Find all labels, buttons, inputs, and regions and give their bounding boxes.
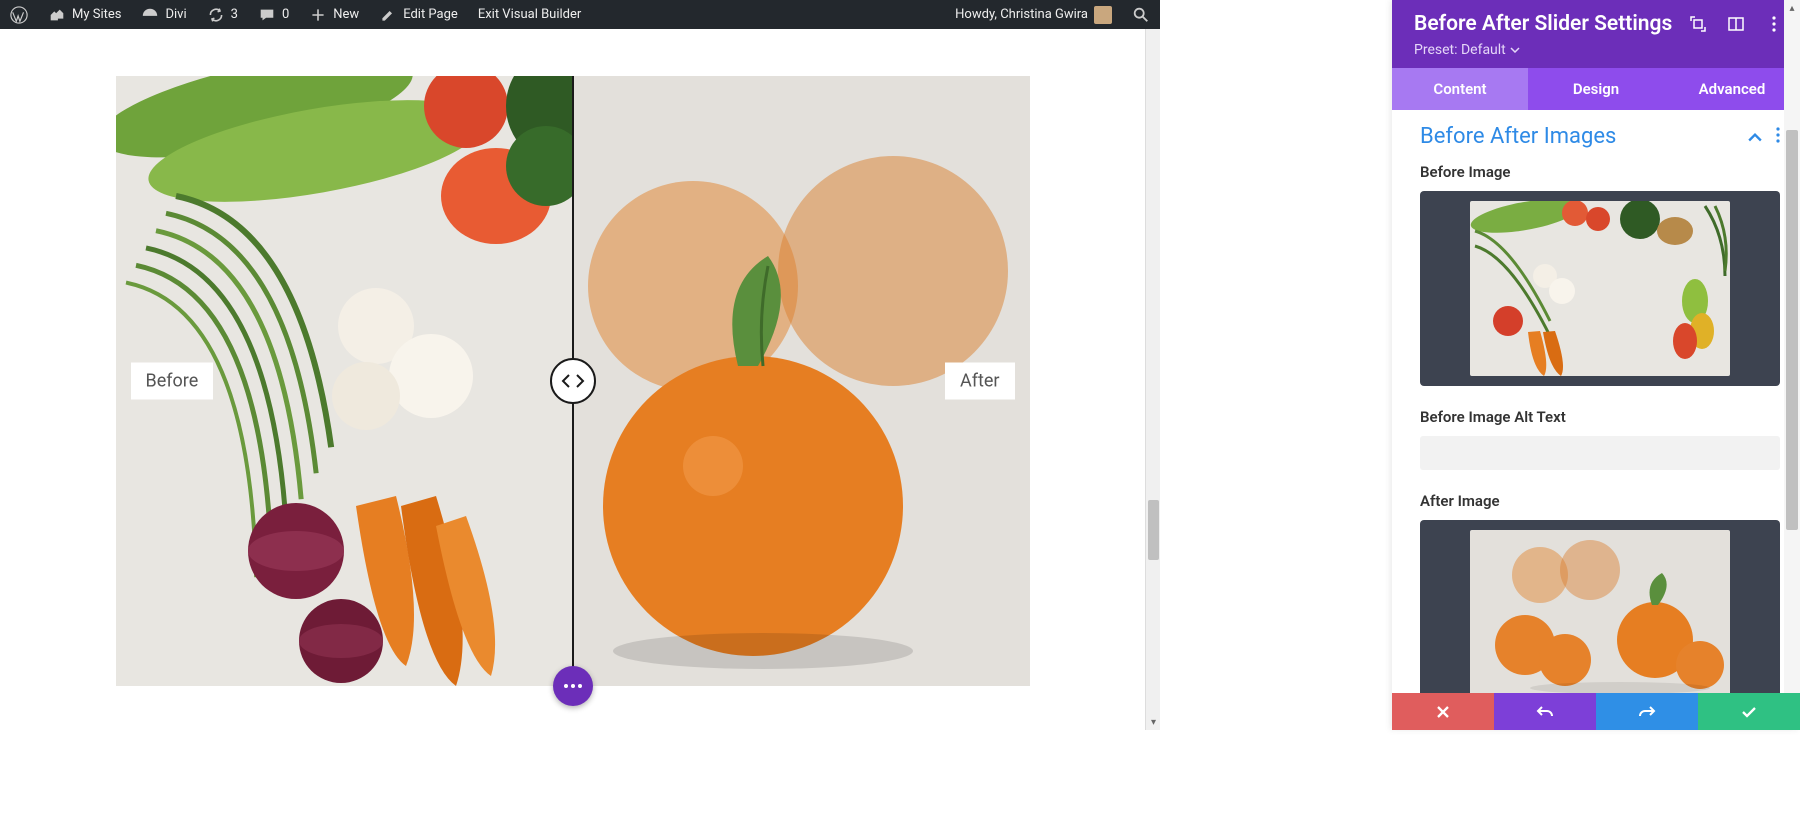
wp-admin-bar-right: Howdy, Christina Gwira [945, 0, 1160, 29]
chevron-left-icon [561, 374, 571, 388]
exit-visual-builder[interactable]: Exit Visual Builder [468, 0, 591, 29]
panel-footer [1392, 693, 1800, 730]
save-button[interactable] [1698, 693, 1800, 730]
panel-body: Before After Images Before Image [1392, 110, 1800, 730]
chevron-right-icon [575, 374, 585, 388]
columns-icon [1728, 16, 1744, 32]
edit-page-label: Edit Page [403, 7, 458, 22]
tab-advanced[interactable]: Advanced [1664, 68, 1800, 110]
before-image-thumb [1470, 201, 1730, 376]
tab-design[interactable]: Design [1528, 68, 1664, 110]
expand-icon [1690, 16, 1706, 32]
comments[interactable]: 0 [248, 0, 299, 29]
chevron-up-icon [1748, 132, 1762, 142]
snap-button[interactable] [1728, 16, 1744, 32]
new-content[interactable]: New [299, 0, 369, 29]
section-title: Before After Images [1420, 124, 1616, 149]
canvas-scrollbar[interactable]: ▴ ▾ [1145, 0, 1160, 730]
dot-icon [564, 684, 568, 688]
section-more-button[interactable] [1776, 127, 1780, 147]
updates-count: 3 [231, 7, 238, 22]
wp-admin-bar: My Sites Divi 3 0 New [0, 0, 1160, 29]
preset-selector[interactable]: Preset: Default [1414, 42, 1782, 58]
my-sites[interactable]: My Sites [38, 0, 131, 29]
wp-admin-bar-left: My Sites Divi 3 0 New [0, 0, 591, 29]
before-image-label: Before Image [1420, 163, 1780, 181]
before-label: Before [131, 363, 214, 400]
tab-content[interactable]: Content [1392, 68, 1528, 110]
refresh-icon [207, 6, 225, 24]
preset-label: Preset: Default [1414, 42, 1506, 58]
module-options-button[interactable] [553, 666, 593, 706]
redo-button[interactable] [1596, 693, 1698, 730]
redo-icon [1638, 705, 1656, 719]
dot-icon [578, 684, 582, 688]
more-button[interactable] [1766, 16, 1782, 32]
before-after-slider-module[interactable]: Before After [116, 76, 1030, 686]
undo-button[interactable] [1494, 693, 1596, 730]
site-name-label: Divi [165, 7, 186, 22]
before-alt-label: Before Image Alt Text [1420, 408, 1780, 426]
scroll-thumb[interactable] [1148, 500, 1159, 560]
after-image-well[interactable] [1420, 520, 1780, 705]
settings-panel: Before After Slider Settings Preset: Def… [1392, 0, 1800, 730]
collapse-button[interactable] [1748, 127, 1762, 146]
after-image-thumb [1470, 530, 1730, 695]
comment-icon [258, 6, 276, 24]
chevron-down-icon [1510, 47, 1520, 53]
panel-tabs: Content Design Advanced [1392, 68, 1800, 110]
kebab-icon [1776, 127, 1780, 143]
expand-button[interactable] [1690, 16, 1706, 32]
updates[interactable]: 3 [197, 0, 248, 29]
page-canvas: Before After [0, 29, 1145, 839]
wordpress-icon [10, 6, 28, 24]
my-sites-label: My Sites [72, 7, 121, 22]
check-icon [1741, 706, 1757, 718]
gauge-icon [141, 6, 159, 24]
exit-vb-label: Exit Visual Builder [478, 7, 581, 22]
panel-title: Before After Slider Settings [1414, 12, 1672, 36]
close-icon [1436, 705, 1450, 719]
after-image-label: After Image [1420, 492, 1780, 510]
comments-count: 0 [282, 7, 289, 22]
howdy-user[interactable]: Howdy, Christina Gwira [945, 0, 1122, 29]
site-name[interactable]: Divi [131, 0, 196, 29]
houses-icon [48, 6, 66, 24]
scroll-down-button[interactable]: ▾ [1146, 715, 1161, 730]
pencil-icon [379, 6, 397, 24]
before-image-well[interactable] [1420, 191, 1780, 386]
panel-scroll-thumb[interactable] [1786, 130, 1798, 530]
dot-icon [571, 684, 575, 688]
avatar [1094, 6, 1112, 24]
new-label: New [333, 7, 359, 22]
slider-handle[interactable] [550, 358, 596, 404]
panel-scroll-up[interactable]: ▴ [1784, 0, 1800, 16]
before-alt-input[interactable] [1420, 436, 1780, 470]
search-icon [1132, 6, 1150, 24]
search[interactable] [1122, 0, 1160, 29]
wp-logo[interactable] [0, 0, 38, 29]
edit-page[interactable]: Edit Page [369, 0, 468, 29]
howdy-label: Howdy, Christina Gwira [955, 7, 1088, 22]
plus-icon [309, 6, 327, 24]
undo-icon [1536, 705, 1554, 719]
section-header[interactable]: Before After Images [1420, 124, 1780, 149]
kebab-icon [1772, 16, 1776, 32]
cancel-button[interactable] [1392, 693, 1494, 730]
after-label: After [945, 363, 1015, 400]
panel-header: Before After Slider Settings Preset: Def… [1392, 0, 1800, 68]
panel-scrollbar[interactable]: ▴ ▾ [1784, 0, 1800, 730]
